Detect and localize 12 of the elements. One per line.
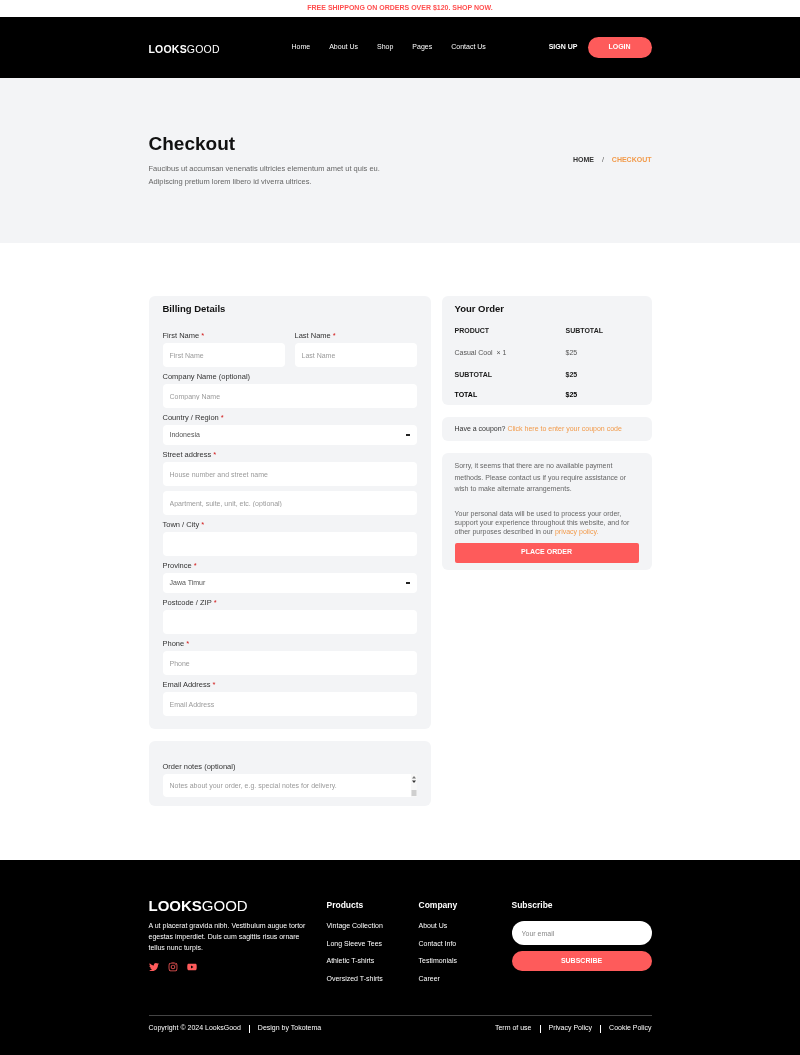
footer-column-title: Company [418, 899, 459, 911]
bird-icon[interactable] [148, 962, 159, 972]
footer-column-title: Subscribe [511, 899, 554, 911]
footer-logo[interactable]: LOOKSGOOD [148, 899, 248, 913]
order-title: Your Order [454, 303, 505, 315]
billing-title: Billing Details [162, 303, 227, 315]
logo[interactable]: LOOKSGOOD [148, 42, 220, 55]
play-icon[interactable] [186, 962, 197, 972]
page-title: Checkout [148, 133, 237, 155]
footer-column-title: Products [326, 899, 365, 911]
scrollbar-icon [410, 774, 417, 797]
camera-icon[interactable] [167, 962, 178, 972]
